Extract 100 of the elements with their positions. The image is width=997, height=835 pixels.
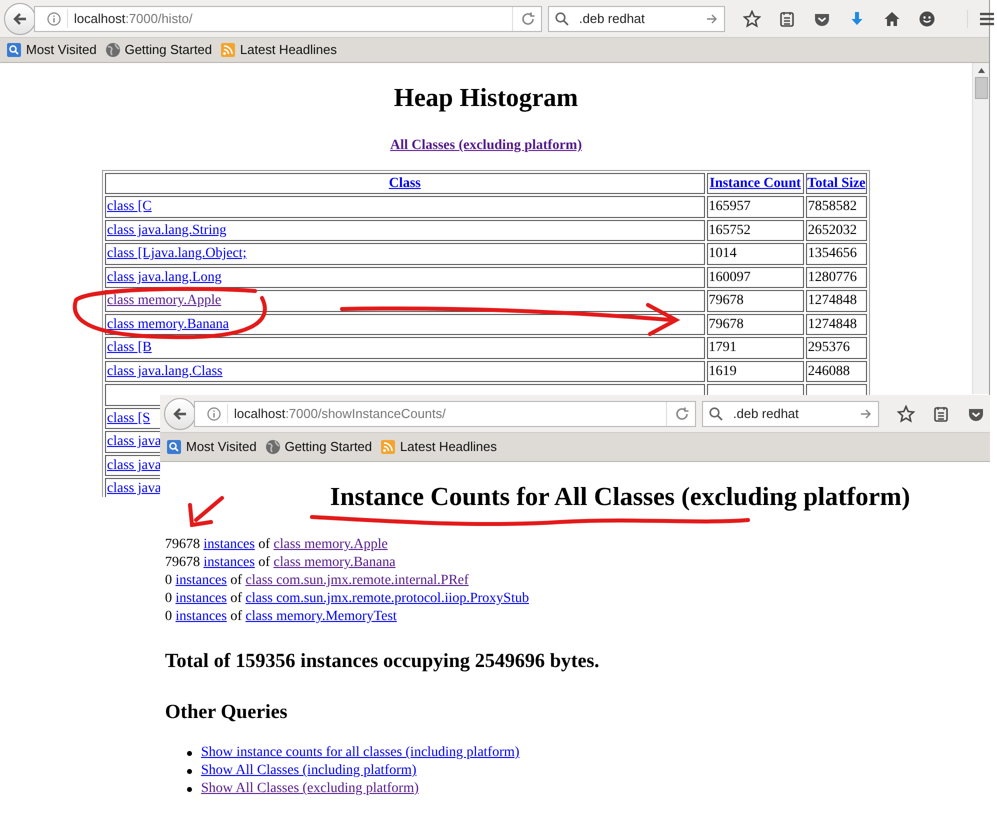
table-cell: 1014 (708, 246, 737, 262)
query-link[interactable]: Show All Classes (including platform) (201, 762, 416, 780)
back-arrow-icon (12, 10, 28, 26)
search-field[interactable]: .deb redhat (702, 400, 879, 426)
of-text: of (230, 591, 242, 606)
class-link[interactable]: class memory.MemoryTest (246, 609, 397, 624)
table-cell: 1354656 (808, 246, 857, 262)
class-link[interactable]: class [B (107, 340, 152, 356)
class-link[interactable]: class com.sun.jmx.remote.internal.PRef (246, 573, 469, 588)
table-cell: 246088 (808, 364, 850, 379)
info-icon (47, 12, 61, 26)
instances-link[interactable]: instances (204, 555, 255, 570)
table-cell: 2652032 (808, 222, 857, 238)
globe-icon (104, 42, 121, 58)
smiley-button[interactable] (918, 10, 936, 28)
home-button[interactable] (883, 10, 901, 28)
reading-list-button[interactable] (932, 404, 950, 422)
star-button[interactable] (897, 404, 915, 422)
bookmark-item[interactable]: Getting Started (264, 437, 372, 457)
class-link[interactable]: class java (107, 434, 162, 450)
table-cell: 160097 (708, 270, 751, 285)
class-link[interactable]: class java (107, 458, 162, 473)
table-cell: 79678 (708, 293, 744, 308)
class-link[interactable]: class java.lang.Long (107, 270, 222, 285)
reload-icon (521, 12, 535, 26)
instances-link[interactable]: instances (176, 609, 227, 624)
reload-button[interactable] (666, 402, 689, 426)
table-cell: 1274848 (808, 316, 857, 332)
scrollbar[interactable] (972, 63, 989, 394)
go-arrow-icon (706, 12, 718, 24)
bookmark-item[interactable]: Most Visited (166, 437, 257, 457)
bookmarks-folder-icon (166, 439, 182, 455)
search-text: .deb redhat (733, 404, 800, 423)
bullet (187, 750, 192, 756)
bookmark-item[interactable]: Latest Headlines (220, 40, 337, 60)
table-cell: 7858582 (808, 199, 857, 214)
table-cell: 1619 (708, 364, 737, 379)
back-button[interactable] (4, 2, 36, 34)
url-field[interactable]: localhost:7000/histo/ (34, 6, 542, 32)
scroll-up-icon (976, 66, 986, 75)
bookmark-item[interactable]: Latest Headlines (380, 437, 497, 457)
star-icon (743, 10, 761, 28)
go-arrow-icon (860, 408, 872, 420)
reading-list-icon (932, 404, 950, 422)
column-header-link[interactable]: Class (388, 176, 421, 191)
page-heading: Instance Counts for All Classes (excluding platform) (330, 482, 910, 512)
reading-list-icon (778, 10, 796, 28)
class-link[interactable]: class [C (107, 199, 152, 214)
back-button[interactable] (164, 398, 196, 430)
class-link[interactable]: class [Ljava.lang.Object; (107, 246, 247, 262)
class-link[interactable]: class [S (107, 410, 150, 426)
reload-icon (675, 406, 689, 420)
smiley-icon (918, 10, 936, 28)
query-link[interactable]: Show instance counts for all classes (including platform) (201, 744, 520, 762)
search-icon (709, 406, 723, 420)
star-icon (897, 404, 915, 422)
globe-icon (264, 439, 281, 455)
page-title: Heap Histogram (394, 82, 578, 114)
query-link[interactable]: Show All Classes (excluding platform) (201, 780, 419, 798)
class-link[interactable]: class memory.Banana (274, 555, 396, 570)
instances-link[interactable]: instances (176, 591, 227, 606)
table-cell: 165957 (708, 199, 751, 214)
class-link[interactable]: class com.sun.jmx.remote.protocol.iiop.ProxyStub (246, 591, 529, 606)
bookmark-item[interactable]: Getting Started (104, 40, 212, 60)
of-text: of (230, 573, 242, 588)
total-summary: Total of 159356 instances occupying 2549696 bytes. (165, 649, 600, 674)
table-cell: 295376 (808, 340, 850, 356)
search-field[interactable]: .deb redhat (548, 6, 725, 32)
of-text: of (258, 537, 270, 552)
feed-icon (220, 42, 236, 58)
reading-list-button[interactable] (778, 10, 796, 28)
star-button[interactable] (743, 10, 761, 28)
reload-button[interactable] (512, 6, 535, 30)
of-text: of (230, 609, 242, 624)
instances-link[interactable]: instances (204, 537, 255, 552)
search-icon (555, 12, 569, 26)
instance-count: 0 (165, 573, 172, 588)
instance-count: 79678 (165, 537, 200, 552)
hand-drawn-arrow (188, 496, 225, 527)
table-cell: 1280776 (808, 270, 857, 285)
feed-icon (380, 439, 396, 455)
section-heading: Other Queries (165, 700, 288, 725)
menu-button[interactable] (967, 10, 996, 28)
table-cell: 79678 (708, 316, 744, 332)
home-icon (883, 10, 901, 28)
class-link[interactable]: class java.lang.String (107, 222, 226, 238)
class-link[interactable]: class memory.Apple (107, 293, 222, 308)
class-link[interactable]: class java (107, 481, 162, 496)
class-link[interactable]: class java.lang.Class (107, 364, 222, 379)
url-text: localhost:7000/showInstanceCounts/ (227, 404, 660, 424)
instance-count: 79678 (165, 555, 200, 570)
url-field[interactable]: localhost:7000/showInstanceCounts/ (194, 400, 696, 426)
info-icon (207, 406, 221, 420)
subtitle-link[interactable]: All Classes (excluding platform) (390, 135, 582, 156)
instances-link[interactable]: instances (176, 573, 227, 588)
class-link[interactable]: class memory.Banana (107, 316, 229, 332)
back-arrow-icon (172, 406, 188, 422)
bookmark-item[interactable]: Most Visited (6, 40, 97, 60)
class-link[interactable]: class memory.Apple (274, 537, 388, 552)
scrollbar-thumb[interactable] (974, 77, 988, 99)
